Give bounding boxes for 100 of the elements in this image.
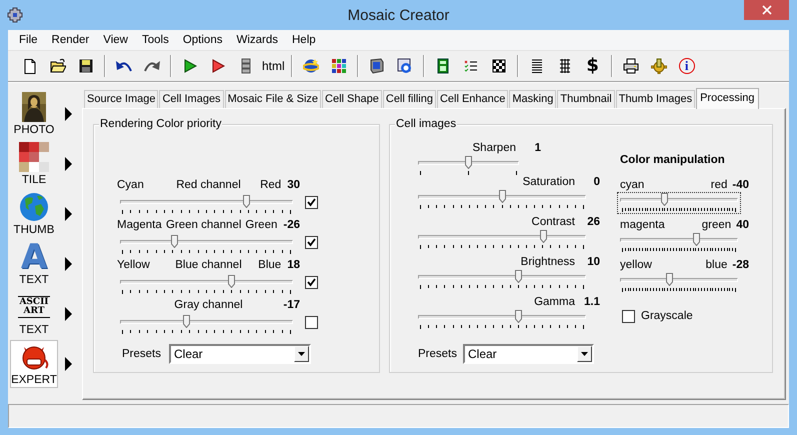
- slider-thumb[interactable]: [514, 310, 522, 323]
- mode-button[interactable]: PHOTO: [10, 90, 58, 138]
- slider[interactable]: [117, 274, 296, 296]
- slider-label: Sharpen: [472, 140, 516, 155]
- mode-button[interactable]: ASCII ART TEXT: [10, 290, 58, 338]
- slider-label: Magenta: [117, 218, 162, 232]
- slider-label: Contrast: [532, 214, 575, 229]
- slider-value: 40: [736, 218, 749, 232]
- slider-label: Green: [245, 218, 278, 232]
- slider-thumb[interactable]: [171, 234, 178, 248]
- tab[interactable]: Source Image: [84, 90, 158, 108]
- slider-value: 26: [586, 214, 600, 229]
- slider[interactable]: [415, 154, 522, 177]
- new-document-icon: [22, 58, 38, 74]
- dropdown-button[interactable]: [577, 346, 592, 362]
- arrow-icon[interactable]: [65, 156, 72, 171]
- tab[interactable]: Thumb Images: [616, 90, 696, 108]
- checkbox[interactable]: [622, 310, 635, 323]
- slider[interactable]: [617, 232, 741, 254]
- html-button[interactable]: html: [260, 54, 287, 78]
- close-button[interactable]: [744, 0, 789, 20]
- slider-value: -26: [283, 218, 300, 232]
- tab[interactable]: Masking: [509, 90, 556, 108]
- tab[interactable]: Processing: [696, 88, 759, 109]
- slider-thumb[interactable]: [498, 190, 506, 203]
- tab[interactable]: Cell Shape: [322, 90, 382, 108]
- dollar-button[interactable]: $: [578, 54, 607, 78]
- slider-thumb[interactable]: [242, 194, 250, 208]
- window-title: Mosaic Creator: [348, 6, 450, 24]
- menu-item[interactable]: Render: [44, 30, 96, 49]
- tab[interactable]: Thumbnail: [557, 90, 615, 108]
- slider-label: Saturation: [522, 174, 575, 189]
- monitor-icon: [368, 58, 385, 74]
- mode-button[interactable]: THUMB: [10, 190, 58, 238]
- undo-icon: [116, 60, 132, 72]
- section-title: Color manipulation: [620, 152, 726, 167]
- letter-icon: A: [20, 242, 48, 272]
- dropdown[interactable]: Clear: [169, 344, 311, 364]
- portrait-picture-icon: [22, 92, 46, 122]
- slider-label: Cyan: [117, 178, 145, 192]
- check-icon: [307, 278, 316, 287]
- slider[interactable]: [117, 314, 296, 336]
- mode-button[interactable]: EXPERT: [10, 340, 58, 388]
- slider[interactable]: [415, 268, 589, 291]
- play-icon: [210, 58, 226, 74]
- tab[interactable]: Cell filling: [382, 90, 436, 108]
- tab[interactable]: Mosaic File & Size: [224, 90, 322, 108]
- slider[interactable]: [415, 188, 589, 211]
- dropdown-button[interactable]: [294, 346, 309, 362]
- mode-button[interactable]: A TEXT: [10, 240, 58, 288]
- menu-item[interactable]: View: [96, 30, 135, 49]
- slider[interactable]: [617, 272, 741, 294]
- caret-icon: [298, 352, 305, 356]
- app-icon: [7, 7, 23, 23]
- globe-icon: [302, 58, 319, 74]
- arrow-icon[interactable]: [65, 106, 72, 121]
- field-label: Presets: [122, 348, 161, 360]
- info-icon[interactable]: i: [678, 58, 695, 74]
- slider[interactable]: [117, 194, 296, 216]
- slider[interactable]: [617, 192, 741, 214]
- group-title: Rendering Color priority: [99, 118, 222, 131]
- slider-thumb[interactable]: [661, 192, 668, 206]
- slider-thumb[interactable]: [540, 230, 548, 243]
- checkbox[interactable]: [305, 316, 318, 329]
- checkbox[interactable]: [305, 276, 318, 289]
- menu-item[interactable]: Wizards: [229, 30, 285, 49]
- slider-thumb[interactable]: [693, 232, 700, 246]
- slider-label: yellow: [620, 258, 652, 272]
- slider-label: cyan: [620, 178, 644, 192]
- mode-button[interactable]: TILE: [10, 140, 58, 188]
- checkbox[interactable]: [305, 196, 318, 209]
- arrow-icon[interactable]: [65, 256, 72, 271]
- menu-item[interactable]: Tools: [134, 30, 176, 49]
- tab[interactable]: Cell Enhance: [436, 90, 508, 108]
- slider-label: blue: [706, 258, 728, 272]
- arrow-icon[interactable]: [65, 306, 72, 321]
- caret-icon: [581, 352, 588, 356]
- slider-label: Green channel: [164, 218, 242, 232]
- arrow-icon[interactable]: [65, 206, 72, 221]
- dropdown[interactable]: Clear: [463, 344, 594, 364]
- slider-thumb[interactable]: [228, 274, 235, 288]
- menu-item[interactable]: Options: [176, 30, 230, 49]
- slider-value: 1.1: [583, 294, 600, 309]
- slider-thumb[interactable]: [465, 156, 472, 169]
- slider-label: Gray channel: [173, 298, 244, 312]
- slider-thumb[interactable]: [183, 314, 190, 328]
- arrow-icon[interactable]: [65, 356, 72, 371]
- menu-item[interactable]: File: [12, 30, 45, 49]
- slider[interactable]: [415, 228, 589, 251]
- menu-item[interactable]: Help: [285, 30, 323, 49]
- tab[interactable]: Cell Images: [159, 90, 224, 108]
- slider-value: 30: [287, 178, 300, 192]
- slider-thumb[interactable]: [514, 270, 522, 283]
- printer-icon: [622, 58, 639, 74]
- slider[interactable]: [415, 308, 589, 331]
- slider-thumb[interactable]: [666, 272, 672, 286]
- slider[interactable]: [117, 234, 296, 256]
- slider-label: Gamma: [534, 294, 575, 309]
- slider-label: Red: [260, 178, 282, 192]
- checkbox[interactable]: [305, 236, 318, 249]
